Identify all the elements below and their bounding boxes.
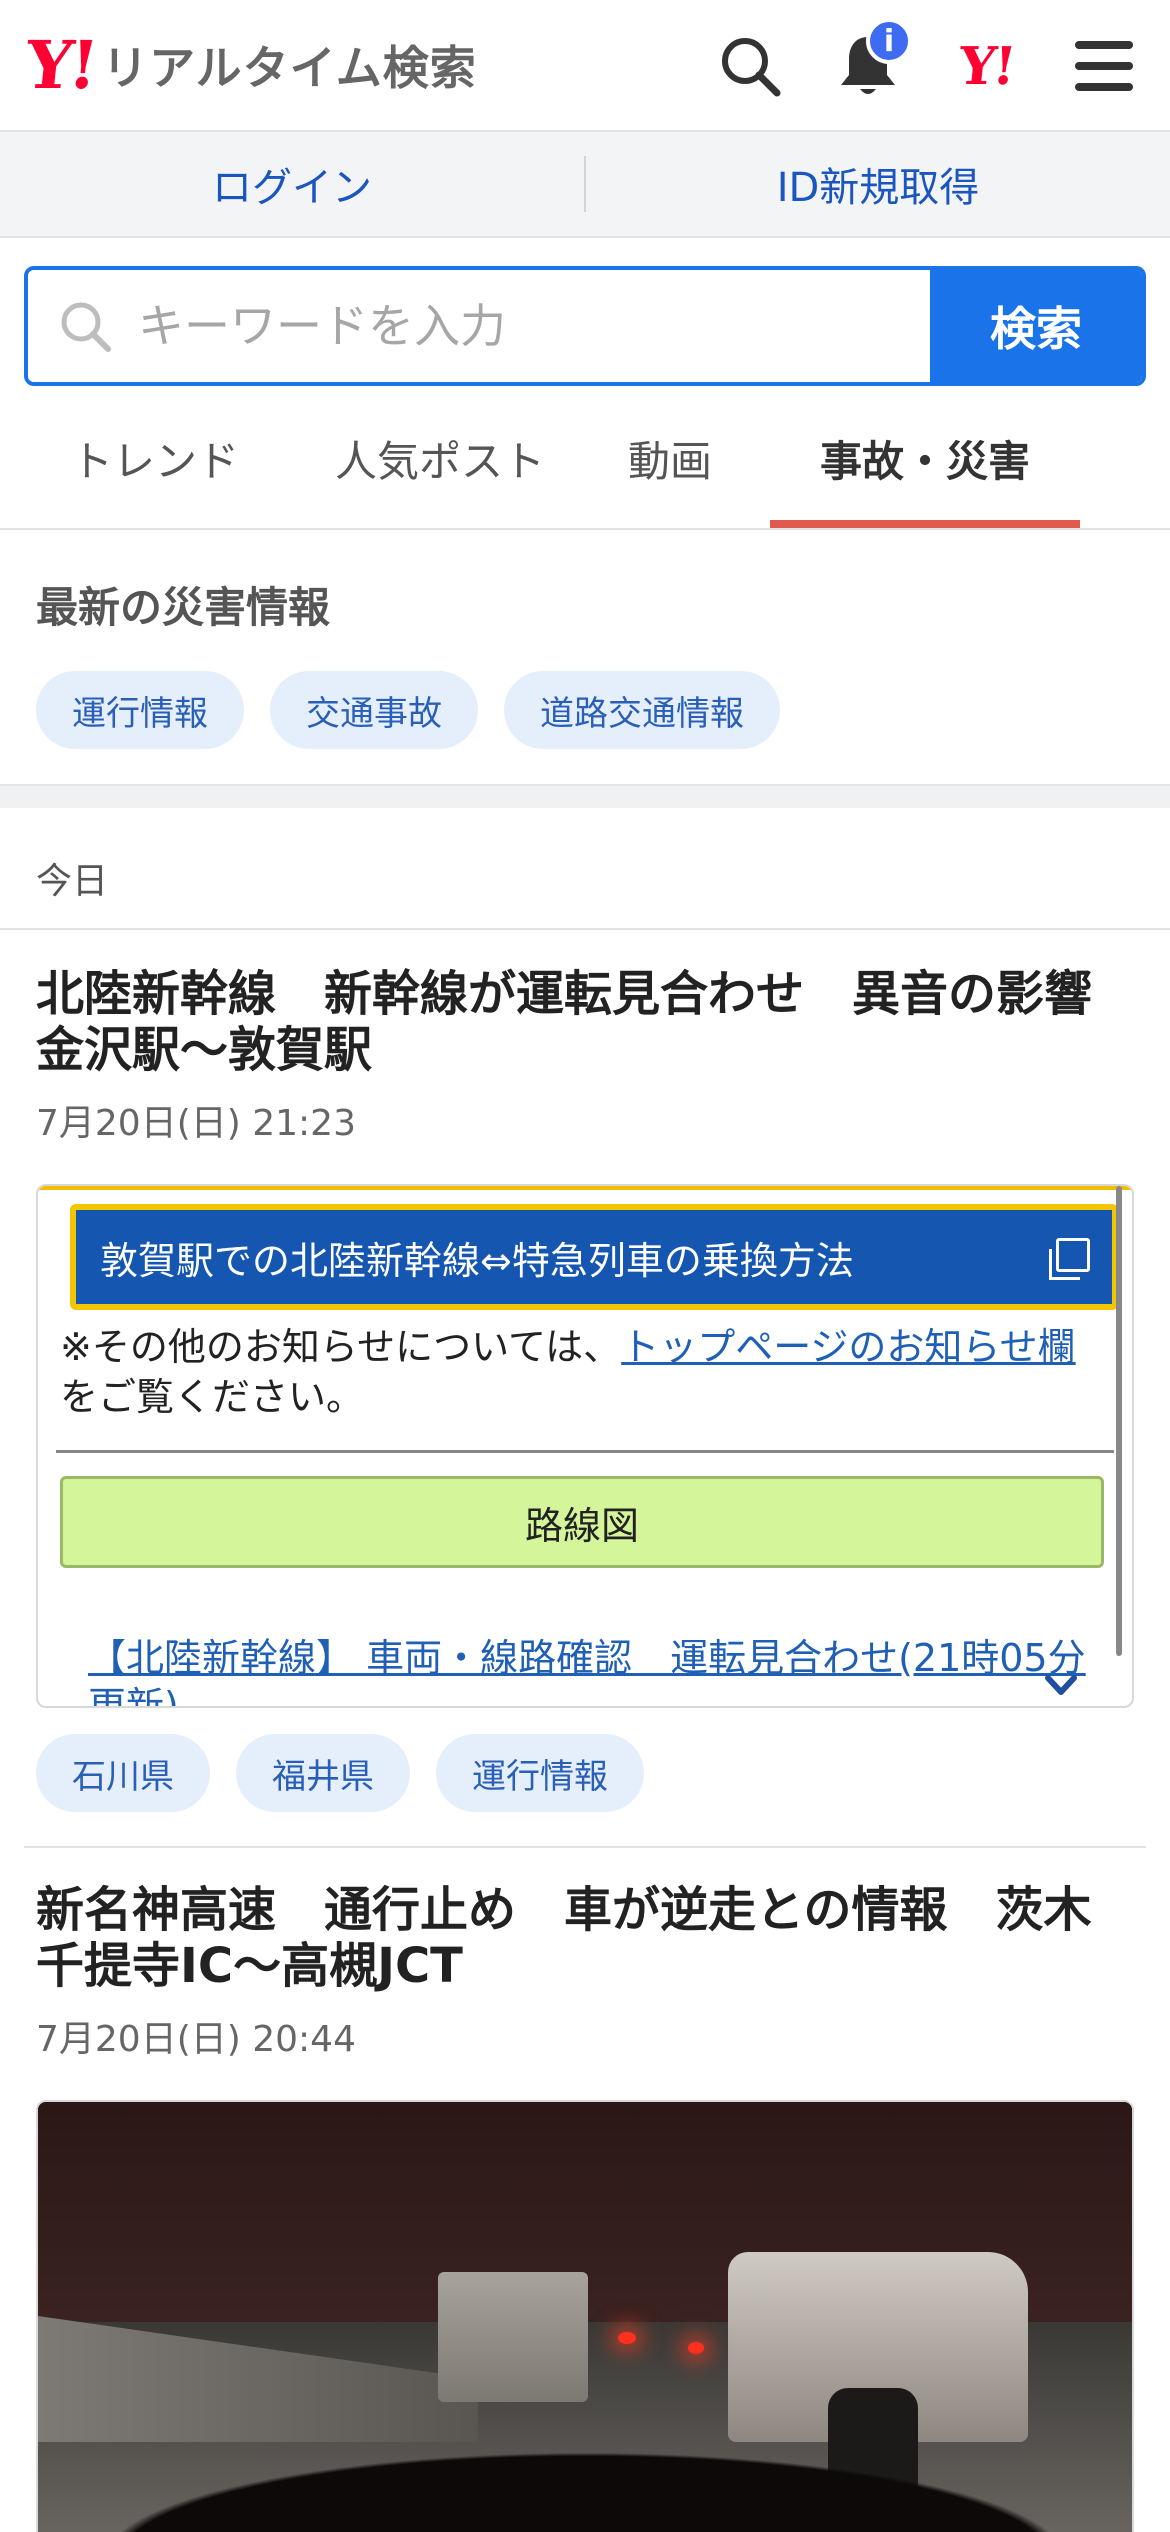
date-group-label: 今日 (0, 808, 1170, 930)
article-card[interactable]: 北陸新幹線 新幹線が運転見合わせ 異音の影響 金沢駅〜敦賀駅 7月20日(日) … (0, 930, 1170, 1848)
search-input[interactable] (138, 299, 898, 353)
image-heading-text: 敦賀駅での北陸新幹線⇔特急列車の乗換方法 (100, 1238, 854, 1283)
article-date: 7月20日(日) 20:44 (36, 2019, 356, 2060)
notification-bell-icon[interactable]: i (828, 18, 912, 106)
login-link[interactable]: ログイン (0, 155, 584, 213)
tab-accidents-disasters[interactable]: 事故・災害 (770, 389, 1080, 528)
header-actions: i Y! (710, 0, 1144, 132)
tab-popular-posts[interactable]: 人気ポスト (310, 389, 570, 528)
yahoo-small-logo: Y! (955, 35, 1017, 97)
image-notice-link: トップページのお知らせ欄 (621, 1325, 1076, 1369)
article-photo-image[interactable] (36, 2100, 1134, 2532)
image-scrollbar (1116, 1186, 1122, 1656)
section-title: 最新の災害情報 (36, 583, 331, 632)
auth-bar: ログイン ID新規取得 (0, 132, 1170, 238)
image-route-map-button: 路線図 (60, 1476, 1104, 1568)
search-field-icon (61, 302, 111, 352)
yahoo-realtime-logo[interactable]: Y! リアルタイム検索 (22, 26, 477, 104)
notification-badge: i (866, 18, 912, 64)
chevron-down-icon (1045, 1675, 1077, 1695)
article-date: 7月20日(日) 21:23 (36, 1103, 356, 1144)
disaster-chips: 運行情報 交通事故 道路交通情報 (0, 635, 1170, 749)
search-bar: 検索 (24, 266, 1146, 386)
search-field-wrapper (28, 270, 930, 382)
search-button[interactable]: 検索 (930, 270, 1142, 382)
tab-videos[interactable]: 動画 (570, 389, 770, 528)
menu-icon[interactable] (1064, 26, 1144, 106)
image-notice-text: ※その他のお知らせについては、トップページのお知らせ欄 をご覧ください。 (60, 1325, 1076, 1419)
chip-traffic-accident[interactable]: 交通事故 (270, 671, 478, 749)
latest-disaster-section: 最新の災害情報 運行情報 交通事故 道路交通情報 (0, 530, 1170, 784)
image-top-accent (38, 1186, 1132, 1190)
category-tabs: トレンド 人気ポスト 動画 事故・災害 (0, 389, 1170, 530)
external-window-icon (1049, 1238, 1090, 1280)
register-link[interactable]: ID新規取得 (586, 155, 1170, 213)
article-title[interactable]: 北陸新幹線 新幹線が運転見合わせ 異音の影響 金沢駅〜敦賀駅 (36, 966, 1140, 1078)
search-icon[interactable] (710, 26, 790, 106)
tag-operation-info[interactable]: 運行情報 (436, 1734, 644, 1812)
article-card[interactable]: 新名神高速 通行止め 車が逆走との情報 茨木千提寺IC〜高槻JCT 7月20日(… (0, 1848, 1170, 2532)
service-name: リアルタイム検索 (102, 41, 477, 95)
tab-trend[interactable]: トレンド (0, 389, 310, 528)
dashboard-shape (38, 2438, 1132, 2532)
app-header: Y! リアルタイム検索 i Y! (0, 0, 1170, 132)
article-title[interactable]: 新名神高速 通行止め 車が逆走との情報 茨木千提寺IC〜高槻JCT (36, 1882, 1134, 1994)
article-screenshot-image[interactable]: 敦賀駅での北陸新幹線⇔特急列車の乗換方法 ※その他のお知らせについては、トップペ… (36, 1184, 1134, 1708)
image-heading-banner: 敦賀駅での北陸新幹線⇔特急列車の乗換方法 (70, 1204, 1118, 1310)
chip-road-traffic-info[interactable]: 道路交通情報 (504, 671, 780, 749)
tag-ishikawa[interactable]: 石川県 (36, 1734, 210, 1812)
tag-fukui[interactable]: 福井県 (236, 1734, 410, 1812)
image-divider (56, 1450, 1114, 1453)
chip-operation-info[interactable]: 運行情報 (36, 671, 244, 749)
yahoo-logo-mark: Y! (21, 26, 99, 104)
yahoo-home-link[interactable]: Y! (946, 26, 1026, 106)
image-update-link: 【北陸新幹線】 車両・線路確認 運転見合わせ(21時05分更新) (88, 1636, 1086, 1708)
article-tags: 石川県 福井県 運行情報 (36, 1708, 1134, 1812)
truck-shape (438, 2272, 588, 2402)
section-gap (0, 784, 1170, 808)
